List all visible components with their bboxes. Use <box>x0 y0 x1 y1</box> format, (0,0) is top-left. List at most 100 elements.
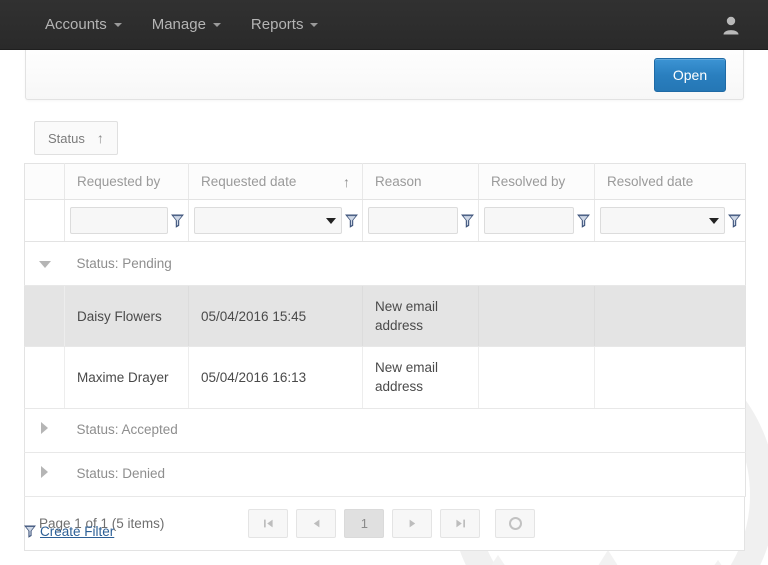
group-label-cell-accepted: Status: Accepted <box>64 408 746 453</box>
page-1-button[interactable]: 1 <box>344 508 385 538</box>
open-button[interactable]: Open <box>654 58 726 92</box>
nav-item-accounts[interactable]: Accounts <box>30 2 137 47</box>
triangle-down-icon <box>326 217 336 224</box>
funnel-icon[interactable] <box>345 214 358 228</box>
column-header-requested-date-label: Requested date <box>201 174 297 189</box>
funnel-icon <box>24 525 36 538</box>
table-row[interactable]: Daisy Flowers 05/04/2016 15:45 New email… <box>24 285 746 348</box>
sort-ascending-arrow-icon: ↑ <box>343 173 350 190</box>
chevron-down-icon <box>212 22 221 27</box>
refresh-icon <box>508 516 522 530</box>
cell-reason: New email address <box>362 346 479 409</box>
filter-dropdown-requested-date[interactable] <box>194 207 342 234</box>
previous-page-icon <box>313 519 320 528</box>
cell-reason: New email address <box>362 285 479 348</box>
triangle-down-icon[interactable] <box>38 260 51 268</box>
nav-item-reports[interactable]: Reports <box>236 2 334 47</box>
chevron-down-icon <box>113 22 122 27</box>
first-page-icon <box>263 519 273 528</box>
column-header-resolved-date-label: Resolved date <box>607 174 694 189</box>
navbar-menu: Accounts Manage Reports <box>30 2 333 47</box>
filter-cell-requested-date <box>188 199 363 242</box>
next-page-button[interactable] <box>392 508 433 538</box>
next-page-icon <box>409 519 416 528</box>
triangle-down-icon <box>709 217 719 224</box>
funnel-icon[interactable] <box>728 214 741 228</box>
column-header-requested-by[interactable]: Requested by <box>64 163 189 200</box>
group-by-chip-label: Status <box>48 130 85 146</box>
column-header-reason-label: Reason <box>375 174 422 189</box>
group-header-row-accepted[interactable]: Status: Accepted <box>24 408 746 453</box>
cell-requested-by: Daisy Flowers <box>64 285 189 348</box>
filter-dropdown-resolved-date[interactable] <box>600 207 725 234</box>
group-toggle-cell-pending[interactable] <box>24 241 65 286</box>
data-grid: Status ↑ Requested by Requested date ↑ R… <box>24 111 746 551</box>
pager: Page 1 of 1 (5 items) 1 <box>24 496 745 551</box>
sort-ascending-arrow-icon[interactable]: ↑ <box>97 131 104 145</box>
table-row[interactable]: Maxime Drayer 05/04/2016 16:13 New email… <box>24 346 746 409</box>
nav-item-reports-label: Reports <box>250 16 304 33</box>
command-panel: Open <box>25 44 744 100</box>
last-page-button[interactable] <box>440 508 481 538</box>
cell-requested-date: 05/04/2016 16:13 <box>188 346 363 409</box>
column-header-requested-by-label: Requested by <box>77 174 161 189</box>
create-filter-bar: Create Filter <box>24 524 114 539</box>
first-page-button[interactable] <box>248 508 289 538</box>
top-navbar: Accounts Manage Reports <box>0 0 768 50</box>
funnel-icon[interactable] <box>461 214 474 228</box>
table-header: Requested by Requested date ↑ Reason Res… <box>24 163 746 242</box>
cell-resolved-date <box>594 346 746 409</box>
last-page-icon <box>456 519 465 528</box>
filter-cell-expand <box>24 199 65 242</box>
cell-resolved-by <box>478 285 595 348</box>
table-body: Status: Pending Daisy Flowers 05/04/2016… <box>24 241 746 497</box>
nav-item-manage-label: Manage <box>151 16 206 33</box>
group-by-panel[interactable]: Status ↑ <box>24 111 745 163</box>
row-indicator-cell <box>24 285 65 348</box>
refresh-button[interactable] <box>495 508 536 538</box>
group-label-pending: Status: Pending <box>76 255 172 271</box>
group-label-denied: Status: Denied <box>76 466 166 482</box>
triangle-right-icon[interactable] <box>41 422 49 435</box>
nav-item-manage[interactable]: Manage <box>137 2 236 47</box>
group-label-cell-denied: Status: Denied <box>64 452 746 497</box>
column-header-resolved-date[interactable]: Resolved date <box>594 163 746 200</box>
filter-cell-resolved-by <box>478 199 595 242</box>
group-header-row-denied[interactable]: Status: Denied <box>24 452 746 497</box>
filter-row <box>24 199 746 242</box>
previous-page-button[interactable] <box>296 508 337 538</box>
group-by-chip-status[interactable]: Status ↑ <box>34 121 118 155</box>
filter-input-reason[interactable] <box>368 207 458 234</box>
requests-table: Requested by Requested date ↑ Reason Res… <box>24 163 746 497</box>
filter-cell-requested-by <box>64 199 189 242</box>
column-header-resolved-by-label: Resolved by <box>491 174 566 189</box>
pager-buttons: 1 <box>248 508 536 538</box>
cell-requested-date: 05/04/2016 15:45 <box>188 285 363 348</box>
cell-requested-by: Maxime Drayer <box>64 346 189 409</box>
column-header-reason[interactable]: Reason <box>362 163 479 200</box>
column-header-expand <box>24 163 65 200</box>
create-filter-link[interactable]: Create Filter <box>40 524 114 539</box>
funnel-icon[interactable] <box>577 214 590 228</box>
navbar-user-area[interactable] <box>722 15 740 35</box>
group-toggle-cell-accepted[interactable] <box>24 408 65 453</box>
header-row: Requested by Requested date ↑ Reason Res… <box>24 163 746 200</box>
group-label-accepted: Status: Accepted <box>76 422 178 438</box>
column-header-resolved-by[interactable]: Resolved by <box>478 163 595 200</box>
group-toggle-cell-denied[interactable] <box>24 452 65 497</box>
filter-cell-resolved-date <box>594 199 746 242</box>
chevron-down-icon <box>310 22 319 27</box>
row-indicator-cell <box>24 346 65 409</box>
group-label-cell-pending: Status: Pending <box>64 241 746 286</box>
user-avatar-icon[interactable] <box>722 15 740 35</box>
filter-input-requested-by[interactable] <box>70 207 168 234</box>
filter-input-resolved-by[interactable] <box>484 207 574 234</box>
cell-resolved-by <box>478 346 595 409</box>
column-header-requested-date[interactable]: Requested date ↑ <box>188 163 363 200</box>
cell-resolved-date <box>594 285 746 348</box>
triangle-right-icon[interactable] <box>41 466 49 479</box>
filter-cell-reason <box>362 199 479 242</box>
nav-item-accounts-label: Accounts <box>45 16 107 33</box>
group-header-row-pending[interactable]: Status: Pending <box>24 241 746 286</box>
funnel-icon[interactable] <box>171 214 184 228</box>
